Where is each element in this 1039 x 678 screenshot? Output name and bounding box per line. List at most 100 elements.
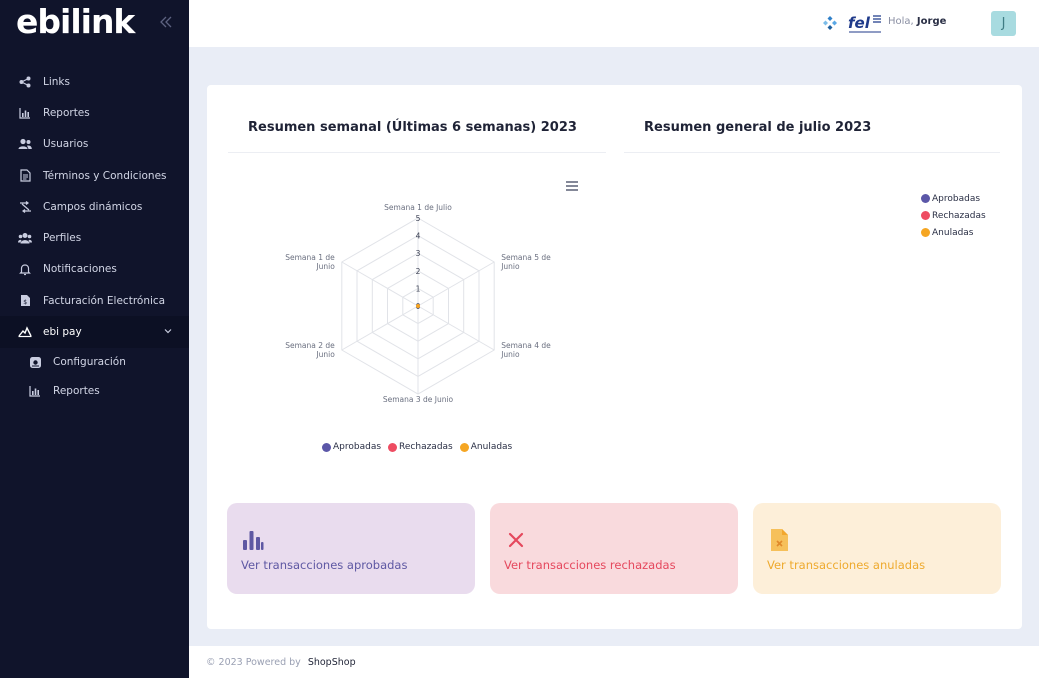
avatar[interactable]: J — [991, 11, 1016, 36]
user-greeting: Hola, Jorge — [888, 16, 946, 27]
rejected-transactions-tile[interactable]: Ver transacciones rechazadas — [490, 503, 738, 594]
bell-icon — [18, 262, 32, 276]
subnav-item-reportes[interactable]: Reportes — [0, 377, 189, 406]
radar-spoke — [417, 305, 495, 351]
sidebar: ebilink Links Reportes Usuarios Términos… — [0, 0, 189, 678]
top-bar: fel Hola, Jorge J — [189, 0, 1039, 47]
legend-label: Rechazadas — [399, 442, 453, 452]
ebi-pay-subnav: Configuración Reportes — [0, 348, 189, 405]
subnav-item-configuracion[interactable]: Configuración — [0, 348, 189, 377]
legend-item-aprobadas[interactable]: Aprobadas — [322, 442, 381, 452]
transform-icon — [18, 200, 32, 214]
footer-text: © 2023 Powered by ShopShop — [206, 657, 356, 668]
monthly-divider — [624, 152, 1000, 153]
sidebar-nav: Links Reportes Usuarios Términos y Condi… — [0, 66, 189, 349]
sidebar-item-usuarios[interactable]: Usuarios — [0, 129, 189, 160]
close-icon — [504, 528, 528, 552]
sidebar-item-label: Usuarios — [43, 138, 89, 151]
cancelled-document-icon — [767, 528, 791, 552]
footer-brand-link[interactable]: ShopShop — [308, 657, 356, 668]
document-icon — [18, 169, 32, 183]
weekly-divider — [228, 152, 606, 153]
legend-dot-aprobadas — [322, 442, 331, 452]
invoice-icon: $ — [18, 294, 32, 308]
sidebar-item-perfiles[interactable]: Perfiles — [0, 222, 189, 253]
user-name: Jorge — [916, 16, 947, 27]
rejected-transactions-label: Ver transacciones rechazadas — [504, 558, 676, 572]
radar-category-label: Semana 2 de Junio — [285, 341, 335, 359]
radar-tick-label: 3 — [416, 249, 421, 258]
ebilink-logo[interactable]: ebilink — [16, 2, 176, 41]
users-icon — [18, 137, 32, 151]
cancelled-transactions-label: Ver transacciones anuladas — [767, 558, 926, 572]
radar-spoke — [341, 261, 419, 307]
monthly-summary-title: Resumen general de julio 2023 — [644, 120, 872, 135]
bar-chart-icon — [18, 106, 32, 120]
legend-item-rechazadas[interactable]: Rechazadas — [921, 207, 986, 224]
weekly-chart-legend: Aprobadas Rechazadas Anuladas — [322, 442, 512, 452]
monthly-chart-legend: Aprobadas Rechazadas Anuladas — [921, 190, 986, 241]
legend-label: Aprobadas — [333, 442, 382, 452]
legend-item-anuladas[interactable]: Anuladas — [921, 224, 986, 241]
cancelled-transactions-tile[interactable]: Ver transacciones anuladas — [753, 503, 1001, 594]
radar-category-label: Semana 4 de Junio — [500, 341, 551, 359]
legend-label: Rechazadas — [932, 210, 986, 221]
sidebar-item-links[interactable]: Links — [0, 66, 189, 97]
radar-spoke — [417, 261, 495, 307]
radar-tick-label: 1 — [416, 284, 421, 293]
sidebar-item-label: Términos y Condiciones — [43, 169, 167, 182]
ebipay-icon — [18, 325, 32, 339]
radar-category-label: Semana 1 de Junio — [285, 253, 335, 271]
bar-chart-icon — [241, 528, 265, 552]
legend-item-aprobadas[interactable]: Aprobadas — [921, 190, 986, 207]
sidebar-item-label: Facturación Electrónica — [43, 294, 166, 307]
legend-item-rechazadas[interactable]: Rechazadas — [388, 442, 453, 452]
radar-category-label: Semana 1 de Julio — [384, 203, 452, 212]
settings-icon — [28, 355, 42, 369]
sidebar-item-ebi-pay[interactable]: ebi pay — [0, 316, 189, 349]
sidebar-item-notificaciones[interactable]: Notificaciones — [0, 254, 189, 285]
svg-text:$: $ — [23, 299, 27, 306]
legend-label: Anuladas — [470, 442, 513, 452]
legend-dot-rechazadas — [388, 442, 398, 452]
logo-text: ebilink — [16, 2, 135, 41]
radar-tick-label: 2 — [416, 267, 421, 276]
sidebar-item-facturacion[interactable]: $ Facturación Electrónica — [0, 285, 189, 316]
greeting-text: Hola, — [888, 16, 914, 27]
sidebar-item-campos-dinamicos[interactable]: Campos dinámicos — [0, 191, 189, 222]
radar-point[interactable] — [416, 304, 420, 308]
legend-label: Aprobadas — [932, 193, 981, 204]
radar-tick-label: 5 — [416, 214, 421, 223]
fel-logo: fel — [848, 13, 882, 35]
legend-dot-rechazadas — [921, 211, 930, 220]
sidebar-item-label: Links — [43, 75, 70, 88]
sidebar-item-label: Perfiles — [43, 232, 82, 245]
radar-category-label: Semana 5 de Junio — [500, 253, 551, 271]
legend-item-anuladas[interactable]: Anuladas — [459, 442, 513, 452]
radar-tick-label: 4 — [416, 232, 421, 241]
subnav-item-label: Configuración — [53, 356, 126, 369]
sidebar-item-terminos[interactable]: Términos y Condiciones — [0, 160, 189, 191]
subnav-item-label: Reportes — [53, 384, 100, 397]
sidebar-item-label: ebi pay — [43, 326, 82, 339]
legend-label: Anuladas — [932, 227, 974, 238]
approved-transactions-label: Ver transacciones aprobadas — [241, 558, 408, 572]
legend-dot-aprobadas — [921, 194, 930, 203]
weekly-summary-title: Resumen semanal (Últimas 6 semanas) 2023 — [248, 120, 577, 135]
legend-dot-anuladas — [921, 228, 930, 237]
radar-spoke — [341, 305, 419, 351]
bar-chart-icon — [28, 384, 42, 398]
sidebar-item-label: Campos dinámicos — [43, 200, 143, 213]
chevron-down-icon[interactable] — [164, 326, 172, 334]
weekly-radar-chart: Semana 1 de Julio Semana 5 de Junio Semana … — [285, 203, 551, 404]
footer: © 2023 Powered by ShopShop — [189, 646, 1039, 678]
sidebar-item-reportes[interactable]: Reportes — [0, 97, 189, 128]
group-icon — [18, 231, 32, 245]
sidebar-item-label: Notificaciones — [43, 263, 117, 276]
apps-icon[interactable] — [822, 15, 838, 31]
chart-menu-icon[interactable] — [566, 176, 578, 191]
legend-dot-anuladas — [459, 442, 469, 452]
collapse-sidebar-icon[interactable] — [159, 14, 173, 30]
footer-copyright: © 2023 Powered by — [206, 657, 301, 668]
approved-transactions-tile[interactable]: Ver transacciones aprobadas — [227, 503, 475, 594]
